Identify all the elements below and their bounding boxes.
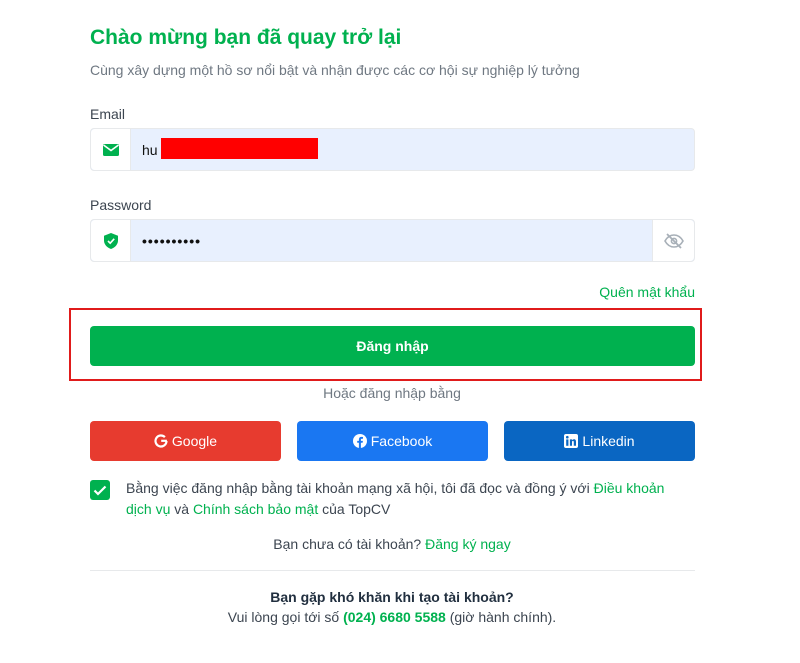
password-label: Password [90,197,152,213]
google-icon [154,434,168,448]
signup-prompt: Bạn chưa có tài khoản? Đăng ký ngay [0,536,784,552]
terms-and: và [174,501,190,517]
eye-slash-icon[interactable] [652,220,694,261]
envelope-icon [91,129,131,170]
checkmark-icon [93,485,107,496]
email-label: Email [90,106,126,122]
password-value: •••••••••• [142,232,202,249]
google-label: Google [171,433,218,449]
redaction-box [161,138,318,159]
hotline-number[interactable]: (024) 6680 5588 [343,609,446,625]
privacy-policy-link[interactable]: Chính sách bảo mật [193,501,318,517]
page-title: Chào mừng bạn đã quay trở lại [90,26,402,49]
terms-checkbox[interactable] [90,480,110,500]
password-input[interactable]: •••••••••• [131,220,652,261]
login-button[interactable]: Đăng nhập [90,326,695,366]
help-title: Bạn gặp khó khăn khi tạo tài khoản? [270,589,514,605]
help-prefix: Vui lòng gọi tới số [227,609,340,625]
signup-question: Bạn chưa có tài khoản? [273,536,422,552]
password-field[interactable]: •••••••••• [90,219,695,262]
linkedin-icon [564,434,579,448]
divider [90,570,695,571]
facebook-label: Facebook [370,433,433,449]
email-input[interactable]: hu [131,129,694,170]
shield-icon [91,220,131,261]
facebook-icon [352,434,367,448]
signup-link[interactable]: Đăng ký ngay [425,536,511,552]
linkedin-label: Linkedin [582,433,635,449]
help-text: Vui lòng gọi tới số (024) 6680 5588 (giờ… [0,609,784,625]
google-login-button[interactable]: Google [90,421,281,461]
email-field[interactable]: hu [90,128,695,171]
terms-text: Bằng việc đăng nhập bằng tài khoản mạng … [126,478,666,520]
terms-prefix: Bằng việc đăng nhập bằng tài khoản mạng … [126,480,590,496]
forgot-password-link[interactable]: Quên mật khẩu [599,284,695,300]
linkedin-login-button[interactable]: Linkedin [504,421,695,461]
help-suffix: (giờ hành chính). [449,609,557,625]
email-value: hu [142,141,158,158]
page-subtitle: Cùng xây dựng một hồ sơ nổi bật và nhận … [90,62,580,78]
or-login-with-text: Hoặc đăng nhập bằng [323,385,461,401]
terms-suffix: của TopCV [322,501,391,517]
facebook-login-button[interactable]: Facebook [297,421,488,461]
